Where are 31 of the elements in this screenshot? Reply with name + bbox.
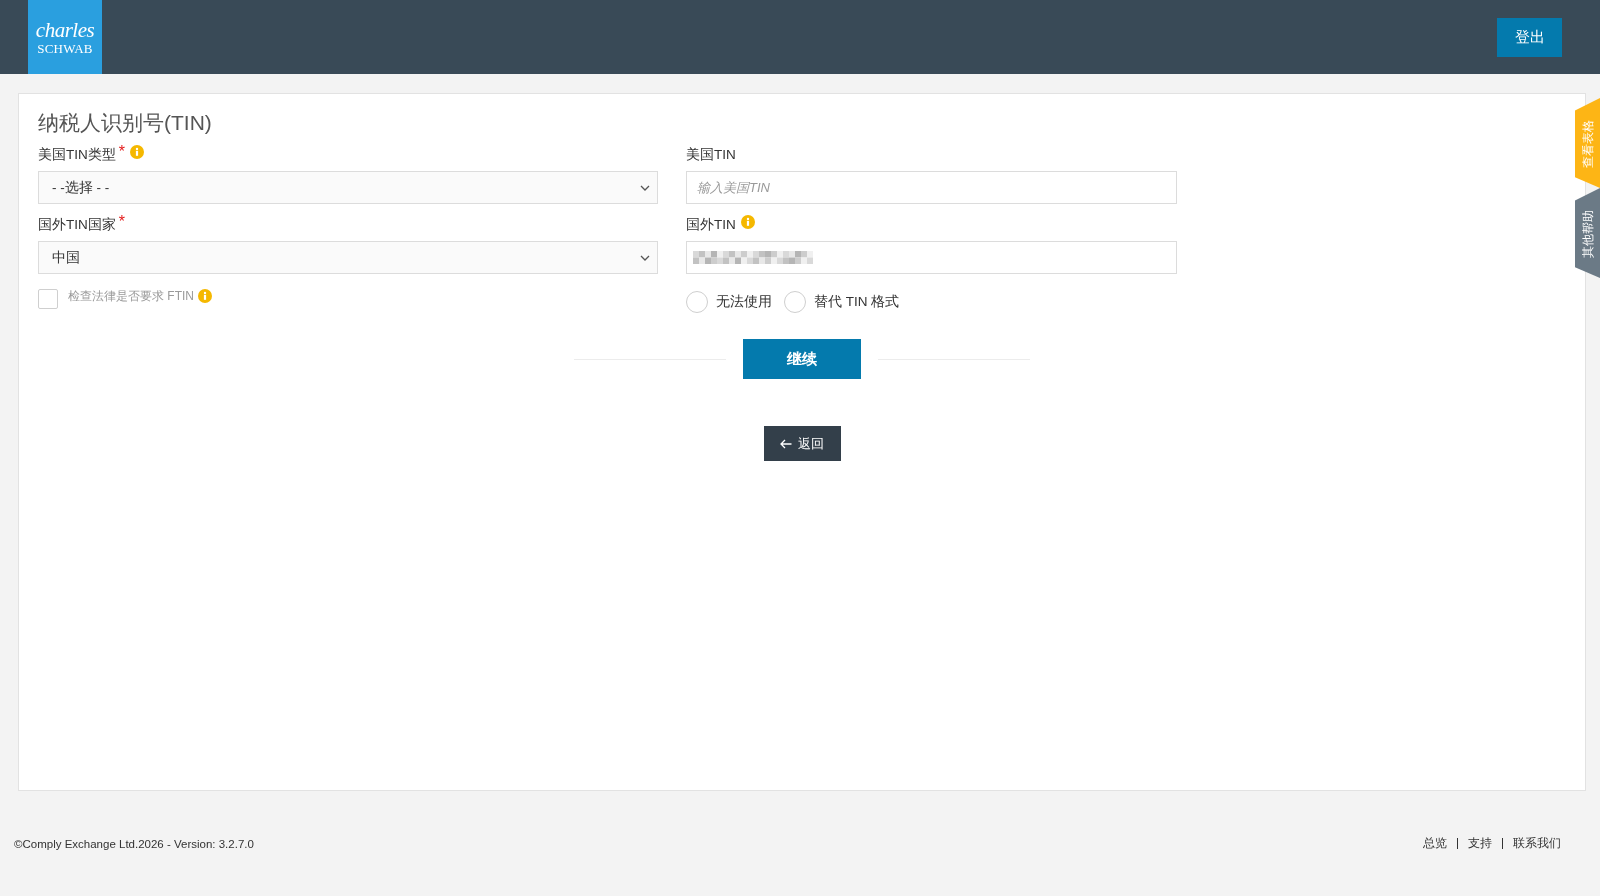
input-field[interactable]: 输入美国TIN [686,171,1177,204]
info-icon[interactable] [740,215,755,229]
chevron-down-icon [640,184,650,191]
radio-label: 替代 TIN 格式 [814,293,900,311]
footer-link[interactable]: 总览 [1423,836,1447,851]
info-icon[interactable] [198,288,212,303]
radio-button[interactable] [784,291,806,313]
checkbox[interactable] [38,289,58,309]
required-mark: * [118,216,125,228]
arrow-left-icon [780,438,792,449]
field-label: 美国TIN类型 [38,146,116,164]
copyright-text: ©Comply Exchange Ltd.2026 - Version: 3.2.7.0 [14,837,254,850]
info-icon[interactable] [130,145,144,159]
chevron-down-icon [640,254,650,261]
footer-link[interactable]: 支持 [1468,836,1492,851]
select-field[interactable]: 中国 [38,241,658,274]
field-label: 美国TIN [686,146,736,164]
field-label: 国外TIN国家 [38,216,116,234]
field-label: 国外TIN [686,216,736,234]
required-mark: * [118,146,125,158]
radio-button[interactable] [686,291,708,313]
footer-link[interactable]: 联系我们 [1513,836,1561,851]
form-title: 纳税人识别号(TIN) [38,110,212,136]
select-field[interactable]: - -选择 - - [38,171,658,204]
checkbox-label: 检查法律是否要求 FTIN [68,287,194,305]
side-tab[interactable]: 其他帮助 [1575,188,1600,278]
back-button[interactable]: 返回 [763,426,841,461]
input-field[interactable] [686,241,1177,274]
radio-label: 无法使用 [716,293,772,311]
continue-button[interactable]: 继续 [743,339,861,379]
logout-button[interactable]: 登出 [1497,17,1562,57]
